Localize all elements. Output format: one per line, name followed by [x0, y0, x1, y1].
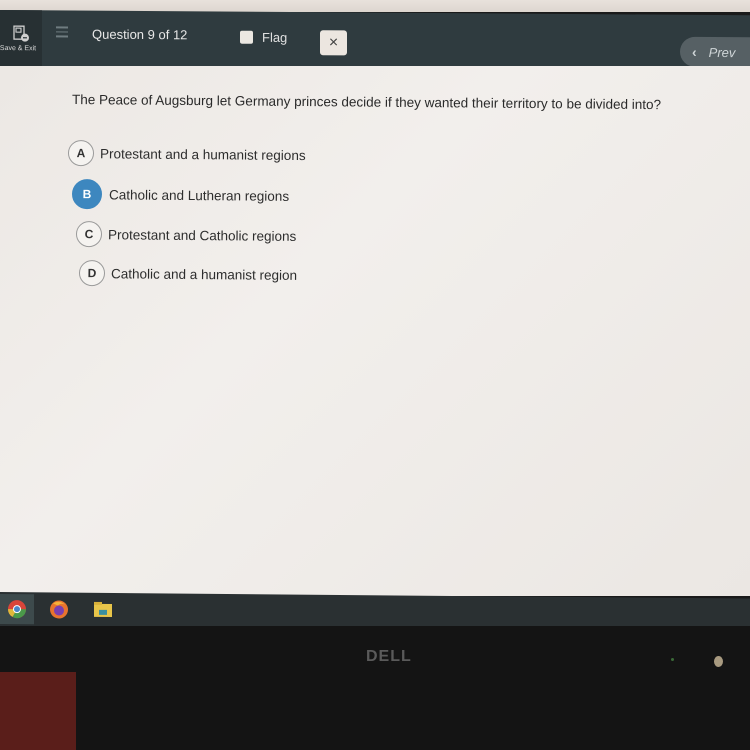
- save-exit-icon: [13, 24, 29, 42]
- prev-label: Prev: [708, 44, 736, 60]
- power-button[interactable]: [714, 656, 723, 667]
- status-light: [671, 658, 674, 661]
- flag-label: Flag: [262, 29, 288, 46]
- flag-toggle[interactable]: Flag: [240, 30, 287, 45]
- firefox-icon: [50, 600, 68, 619]
- quiz-header: Save & Exit Question 9 of 12 Flag × ‹ Pr…: [0, 10, 750, 72]
- answer-option-b[interactable]: B Catholic and Lutheran regions: [71, 179, 290, 211]
- background-object: [0, 672, 76, 750]
- answer-letter-badge: C: [75, 221, 103, 248]
- answer-option-d[interactable]: D Catholic and a humanist region: [78, 260, 298, 288]
- answer-letter-badge: A: [67, 140, 95, 167]
- answer-letter-badge-selected: B: [71, 179, 103, 210]
- save-exit-label: Save & Exit: [0, 44, 37, 52]
- screen: Save & Exit Question 9 of 12 Flag × ‹ Pr…: [0, 0, 750, 750]
- monitor-bezel: DELL: [0, 626, 750, 750]
- question-text: The Peace of Augsburg let Germany prince…: [71, 92, 662, 113]
- dell-logo: DELL: [366, 648, 412, 665]
- answer-option-c[interactable]: C Protestant and Catholic regions: [75, 221, 297, 249]
- save-exit-button[interactable]: Save & Exit: [0, 10, 42, 67]
- answer-letter-badge: D: [78, 260, 106, 287]
- close-icon: ×: [328, 33, 339, 51]
- answer-text: Catholic and Lutheran regions: [108, 186, 290, 204]
- flag-checkbox[interactable]: [240, 30, 253, 44]
- chrome-icon: [7, 600, 26, 619]
- menu-icon[interactable]: [56, 26, 68, 38]
- question-panel: The Peace of Augsburg let Germany prince…: [0, 66, 750, 596]
- answer-text: Protestant and Catholic regions: [107, 226, 297, 244]
- taskbar-chrome[interactable]: [0, 594, 34, 625]
- taskbar-firefox[interactable]: [42, 594, 76, 624]
- file-explorer-icon: [94, 601, 112, 617]
- close-button[interactable]: ×: [320, 30, 347, 56]
- answer-option-a[interactable]: A Protestant and a humanist regions: [67, 140, 306, 168]
- answer-text: Catholic and a humanist region: [110, 265, 298, 283]
- answer-text: Protestant and a humanist regions: [99, 145, 306, 163]
- chevron-left-icon: ‹: [692, 43, 697, 60]
- taskbar-file-explorer[interactable]: [86, 595, 120, 625]
- question-counter: Question 9 of 12: [92, 26, 188, 43]
- prev-button[interactable]: ‹ Prev: [680, 36, 750, 68]
